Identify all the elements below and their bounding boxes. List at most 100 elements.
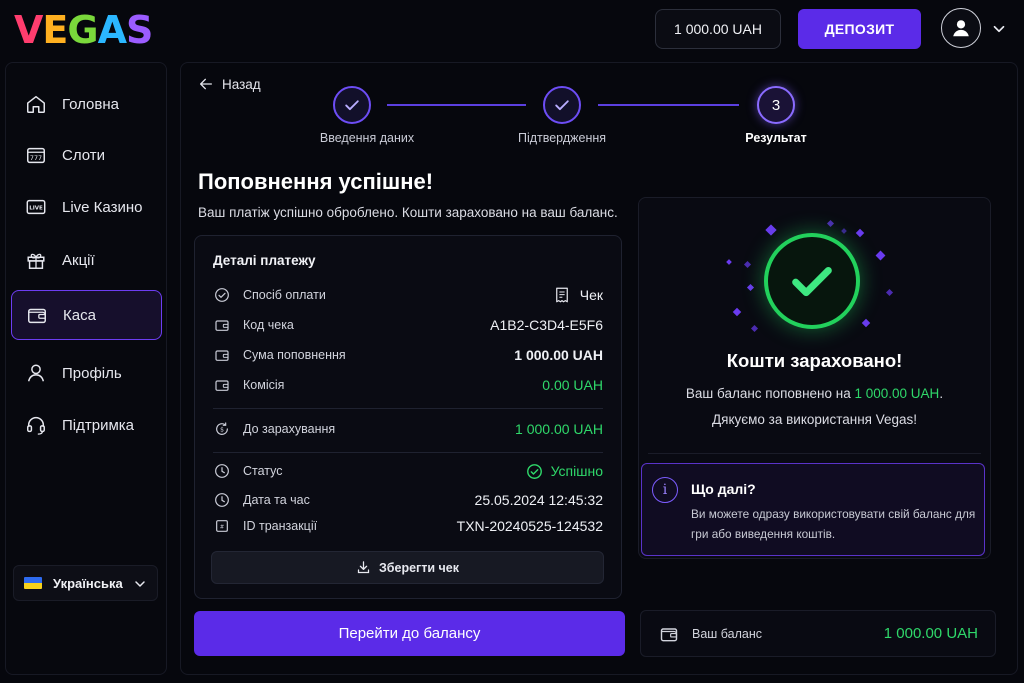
receipt-icon <box>555 287 568 303</box>
language-selector[interactable]: Українська <box>13 565 158 601</box>
detail-row-to-credit: $ До зарахування 1 000.00 UAH <box>213 419 603 439</box>
sidebar-item-live-casino[interactable]: LIVE Live Казино <box>11 182 162 232</box>
check-circle-icon <box>526 463 542 479</box>
user-icon <box>953 20 969 37</box>
page-title: Поповнення успішне! <box>198 169 434 194</box>
sidebar: Головна 777 Слоти LIVE Live Казино Акції… <box>5 62 167 675</box>
wallet-icon <box>213 377 230 394</box>
divider <box>213 452 603 453</box>
detail-label: До зарахування <box>243 422 336 436</box>
detail-row-fee: Комісія 0.00 UAH <box>213 375 603 395</box>
id-card-icon: # <box>213 518 230 535</box>
detail-label: Статус <box>243 464 283 478</box>
detail-row-status: Статус Успішно <box>213 461 603 481</box>
payment-details-title: Деталі платежу <box>213 253 316 268</box>
avatar[interactable] <box>941 8 981 48</box>
header: VEGAS 1 000.00 UAH ДЕПОЗИТ <box>0 0 1024 58</box>
whats-next-text: Ви можете одразу використовувати свій ба… <box>691 507 976 541</box>
sidebar-item-label: Підтримка <box>62 416 135 434</box>
check-code-value: A1B2-C3D4-E5F6 <box>490 317 603 333</box>
chevron-down-icon[interactable] <box>990 20 1008 38</box>
slot-machine-icon: 777 <box>24 143 48 167</box>
sidebar-item-promotions[interactable]: Акції <box>11 235 162 285</box>
divider <box>213 408 603 409</box>
back-link[interactable]: Назад <box>198 76 261 92</box>
step-3-label: Результат <box>745 131 807 145</box>
detail-label: Дата та час <box>243 493 310 507</box>
step-connector <box>387 104 526 106</box>
info-icon: i <box>652 477 678 503</box>
sidebar-item-profile[interactable]: Профіль <box>11 348 162 398</box>
sidebar-item-label: Акції <box>62 251 95 269</box>
detail-row-payment-method: Спосіб оплати Чек <box>213 285 603 305</box>
sidebar-item-label: Слоти <box>62 146 106 164</box>
arrow-left-icon <box>200 78 212 90</box>
step-2-label: Підтвердження <box>517 131 607 145</box>
svg-text:LIVE: LIVE <box>29 205 43 211</box>
detail-row-transaction-id: # ID транзакції TXN-20240525-124532 <box>213 516 603 536</box>
step-1-circle <box>333 86 371 124</box>
gift-icon <box>24 248 48 272</box>
headset-icon <box>24 413 48 437</box>
check-icon <box>345 100 359 111</box>
detail-label: Код чека <box>243 318 294 332</box>
status-value: Успішно <box>550 463 603 479</box>
sidebar-item-label: Головна <box>62 95 119 113</box>
sidebar-item-label: Live Казино <box>62 198 143 216</box>
transaction-id-value: TXN-20240525-124532 <box>456 518 603 534</box>
sidebar-item-home[interactable]: Головна <box>11 79 162 129</box>
svg-text:777: 777 <box>30 154 42 162</box>
sidebar-item-label: Профіль <box>62 364 122 382</box>
datetime-value: 25.05.2024 12:45:32 <box>474 492 603 508</box>
sidebar-item-label: Каса <box>63 306 96 324</box>
user-icon <box>24 361 48 385</box>
divider <box>648 453 981 454</box>
sidebar-item-slots[interactable]: 777 Слоти <box>11 130 162 180</box>
live-icon: LIVE <box>24 195 48 219</box>
wallet-icon <box>213 347 230 364</box>
ukraine-flag-icon <box>24 577 42 589</box>
payment-method-value: Чек <box>579 287 603 303</box>
check-circle-icon <box>213 287 230 304</box>
balance-label: Ваш баланс <box>692 627 763 641</box>
header-balance[interactable]: 1 000.00 UAH <box>655 9 781 49</box>
credited-message-suffix: . <box>939 386 944 401</box>
save-receipt-button[interactable]: Зберегти чек <box>211 551 604 584</box>
detail-label: Спосіб оплати <box>243 288 326 302</box>
clock-icon <box>213 492 230 509</box>
sidebar-item-support[interactable]: Підтримка <box>11 400 162 450</box>
step-1-label: Введення даних <box>319 131 415 145</box>
status-badge: Успішно <box>526 463 603 480</box>
detail-row-check-code: Код чека A1B2-C3D4-E5F6 <box>213 315 603 335</box>
whats-next-title: Що далі? <box>691 481 756 497</box>
back-label: Назад <box>222 76 261 92</box>
download-icon <box>357 561 370 574</box>
language-label: Українська <box>53 575 123 591</box>
go-to-balance-button[interactable]: Перейти до балансу <box>194 611 625 656</box>
detail-label: ID транзакції <box>243 519 318 533</box>
check-icon <box>792 267 832 297</box>
step-3-circle: 3 <box>757 86 795 124</box>
sidebar-item-cashier[interactable]: Каса <box>11 290 162 340</box>
clock-icon <box>213 463 230 480</box>
step-2-circle <box>543 86 581 124</box>
step-connector <box>598 104 739 106</box>
detail-row-datetime: Дата та час 25.05.2024 12:45:32 <box>213 490 603 510</box>
page-subtitle: Ваш платіж успішно оброблено. Кошти зара… <box>198 205 618 220</box>
detail-row-amount: Сума поповнення 1 000.00 UAH <box>213 345 603 365</box>
chevron-down-icon <box>135 581 145 587</box>
to-credit-value: 1 000.00 UAH <box>515 421 603 437</box>
deposit-button[interactable]: ДЕПОЗИТ <box>798 9 921 49</box>
detail-label: Сума поповнення <box>243 348 346 362</box>
success-check-badge <box>764 233 860 329</box>
save-receipt-label: Зберегти чек <box>378 560 460 575</box>
credited-message-prefix: Ваш баланс поповнено на <box>685 386 855 401</box>
check-icon <box>555 100 569 111</box>
thank-you-message: Дякуємо за використання Vegas! <box>711 412 917 427</box>
credited-message: Ваш баланс поповнено на 1 000.00 UAH. <box>638 386 991 401</box>
balance-value: 1 000.00 UAH <box>883 625 978 642</box>
logo[interactable]: VEGAS <box>14 8 153 52</box>
detail-value: Чек <box>553 286 603 304</box>
wallet-icon <box>213 317 230 334</box>
credited-title: Кошти зараховано! <box>726 350 903 371</box>
